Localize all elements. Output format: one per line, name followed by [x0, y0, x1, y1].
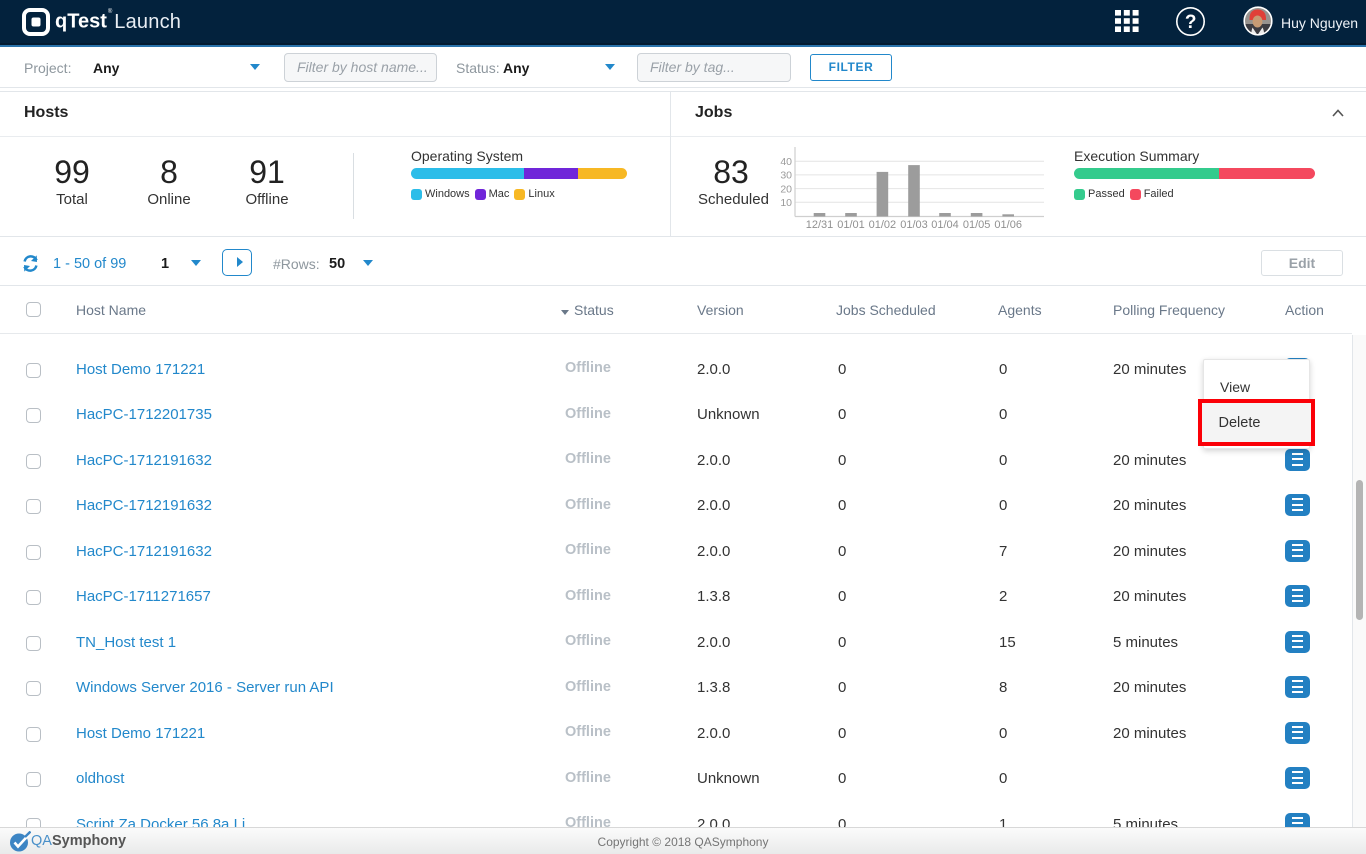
- svg-text:20: 20: [780, 183, 792, 195]
- svg-text:01/06: 01/06: [994, 219, 1022, 231]
- svg-text:30: 30: [780, 170, 792, 182]
- svg-text:01/01: 01/01: [837, 219, 865, 231]
- svg-text:01/02: 01/02: [869, 219, 897, 231]
- svg-text:10: 10: [780, 197, 792, 209]
- svg-text:01/05: 01/05: [963, 219, 991, 231]
- svg-text:12/31: 12/31: [806, 219, 834, 231]
- svg-text:?: ?: [1185, 12, 1197, 33]
- svg-text:40: 40: [780, 156, 792, 168]
- svg-text:01/04: 01/04: [931, 219, 959, 231]
- svg-text:01/03: 01/03: [900, 219, 928, 231]
